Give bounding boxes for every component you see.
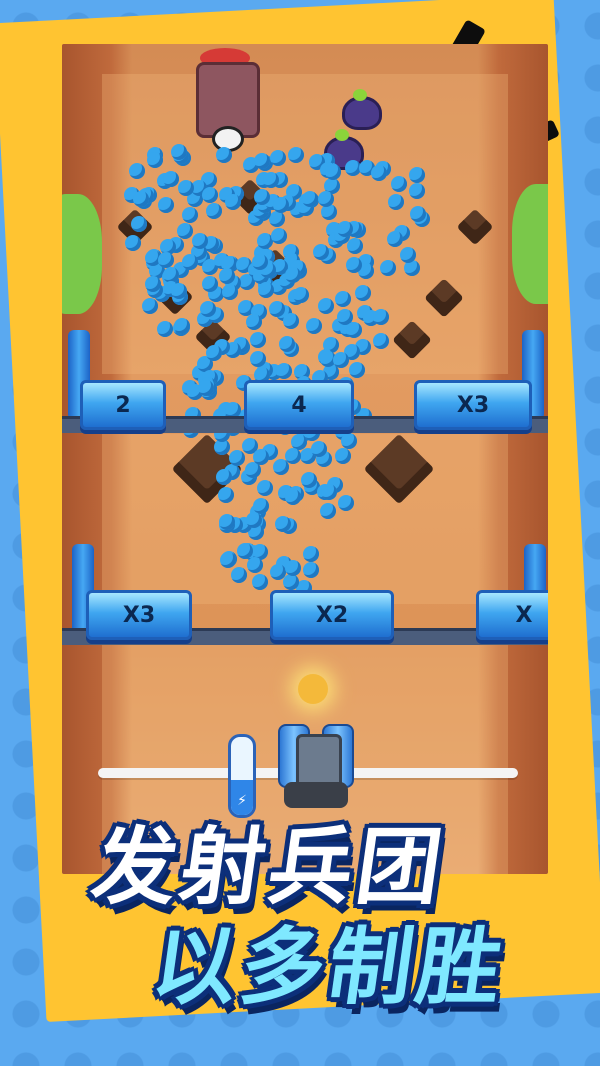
troop-unit (320, 483, 337, 500)
troop-unit (162, 170, 179, 187)
troop-unit (215, 469, 232, 486)
game-viewport[interactable]: 2 4 X3 X3 X2 X ⚡ (62, 44, 548, 874)
troop-unit (334, 291, 351, 308)
troop-unit (219, 552, 236, 569)
troop-unit (387, 193, 404, 210)
troop-unit (284, 560, 301, 577)
troop-unit (206, 345, 223, 362)
troop-unit (228, 450, 245, 467)
troop-unit (269, 564, 286, 581)
grass-patch (62, 194, 102, 314)
gate-label: 2 (115, 392, 131, 418)
multiplier-gate[interactable]: X2 (270, 590, 394, 640)
troop-unit (319, 502, 336, 519)
gate-label: 4 (291, 392, 307, 418)
troop-unit (408, 182, 425, 199)
troop-unit (305, 317, 322, 334)
troop-unit (124, 234, 141, 251)
multiplier-gate[interactable]: X3 (86, 590, 192, 640)
gate-label: X3 (456, 392, 490, 418)
troop-unit (275, 515, 292, 532)
troop-unit (249, 331, 266, 348)
troop-unit (372, 332, 389, 349)
troop-unit (337, 220, 354, 237)
cannon-icon[interactable] (274, 712, 358, 812)
troop-unit (257, 281, 274, 298)
troop-unit (217, 486, 234, 503)
troop-unit (312, 243, 329, 260)
troop-unit (333, 351, 350, 368)
troop-unit (253, 189, 270, 206)
troop-unit (346, 256, 363, 273)
gate-label: X3 (122, 602, 156, 628)
troop-unit (129, 162, 146, 179)
troop-unit (173, 317, 190, 334)
troop-unit (379, 260, 396, 277)
troop-unit (205, 202, 222, 219)
troop-unit (162, 266, 179, 283)
multiplier-gate[interactable]: 4 (244, 380, 354, 430)
troop-unit (275, 363, 292, 380)
troop-unit (177, 222, 194, 239)
troop-unit (158, 251, 175, 268)
multiplier-gate[interactable]: 2 (80, 380, 166, 430)
troop-unit (372, 308, 389, 325)
troop-unit (142, 297, 159, 314)
troop-unit (272, 197, 289, 214)
troop-unit (236, 542, 253, 559)
hero-unit (298, 674, 328, 704)
troop-unit (132, 190, 149, 207)
troop-unit (409, 205, 426, 222)
troop-unit (345, 321, 362, 338)
multiplier-gate[interactable]: X (476, 590, 548, 640)
troop-unit (201, 275, 218, 292)
gate-label: X (515, 602, 533, 628)
troop-unit (317, 298, 334, 315)
troop-unit (218, 513, 235, 530)
troop-unit (317, 190, 334, 207)
troop-unit (347, 237, 364, 254)
multiplier-gate[interactable]: X3 (414, 380, 532, 430)
troop-unit (191, 232, 208, 249)
troop-unit (301, 471, 318, 488)
slogan-line-2: 以多制胜 (146, 918, 512, 1016)
troop-unit (254, 153, 271, 170)
troop-unit (390, 175, 407, 192)
troop-unit (251, 573, 268, 590)
troop-unit (130, 216, 147, 233)
troop-unit (310, 440, 327, 457)
troop-unit (278, 336, 295, 353)
grass-patch (512, 184, 548, 304)
troop-unit (408, 166, 425, 183)
troop-unit (216, 146, 233, 163)
gate-label: X2 (315, 602, 349, 628)
troop-unit (268, 301, 285, 318)
troop-unit (340, 433, 357, 450)
troop-unit (349, 362, 366, 379)
troop-unit (386, 230, 403, 247)
enemy-icon[interactable] (342, 89, 382, 130)
enemy-tower[interactable] (190, 48, 260, 158)
troop-unit (284, 489, 301, 506)
troop-unit (156, 320, 173, 337)
troop-unit (146, 152, 163, 169)
troop-unit (283, 573, 300, 590)
troop-unit (302, 561, 319, 578)
troop-unit (284, 266, 301, 283)
